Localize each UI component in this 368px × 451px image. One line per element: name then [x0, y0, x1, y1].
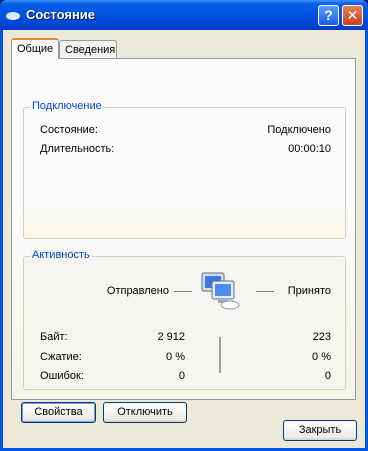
duration-label: Длительность: [40, 143, 115, 155]
sent-divider [174, 291, 192, 292]
bytes-received: 223 [312, 331, 331, 343]
received-divider [256, 291, 274, 292]
dialog-body: Общие Сведения Подключение Состояние: По… [3, 30, 365, 448]
tab-panel-general: Подключение Состояние: Подключено Длител… [11, 58, 356, 423]
errors-received: 0 [324, 370, 331, 382]
close-button[interactable]: Закрыть [283, 420, 357, 441]
compression-received: 0 % [312, 351, 331, 363]
activity-group: Активность Отправлено Принято Байт: 2 91… [23, 249, 346, 390]
received-label: Принято [287, 285, 331, 297]
errors-sent: 0 [178, 370, 185, 382]
window-title: Состояние [26, 7, 96, 22]
close-window-button[interactable]: ✕ [342, 5, 363, 26]
connection-group: Подключение Состояние: Подключено Длител… [23, 100, 346, 239]
status-window: Состояние ? ✕ Общие Сведения Подключение… [0, 0, 368, 451]
connection-group-title: Подключение [30, 100, 104, 112]
properties-button[interactable]: Свойства [21, 402, 96, 423]
duration-value: 00:00:10 [288, 143, 331, 155]
bytes-sent: 2 912 [157, 331, 185, 343]
status-value: Подключено [267, 124, 331, 136]
network-activity-icon [201, 272, 240, 310]
compression-sent: 0 % [166, 351, 185, 363]
help-button[interactable]: ? [318, 5, 339, 26]
network-icon [6, 12, 20, 20]
activity-group-title: Активность [30, 249, 92, 261]
errors-label: Ошибок: [40, 370, 84, 382]
disconnect-button[interactable]: Отключить [103, 402, 187, 423]
tab-details[interactable]: Сведения [59, 40, 117, 58]
bytes-label: Байт: [40, 331, 68, 343]
activity-separator [219, 337, 221, 373]
title-bar[interactable]: Состояние ? ✕ [0, 0, 368, 30]
status-label: Состояние: [40, 124, 98, 136]
sent-label: Отправлено [106, 285, 169, 297]
tab-general[interactable]: Общие [11, 38, 60, 59]
compression-label: Сжатие: [40, 351, 82, 363]
